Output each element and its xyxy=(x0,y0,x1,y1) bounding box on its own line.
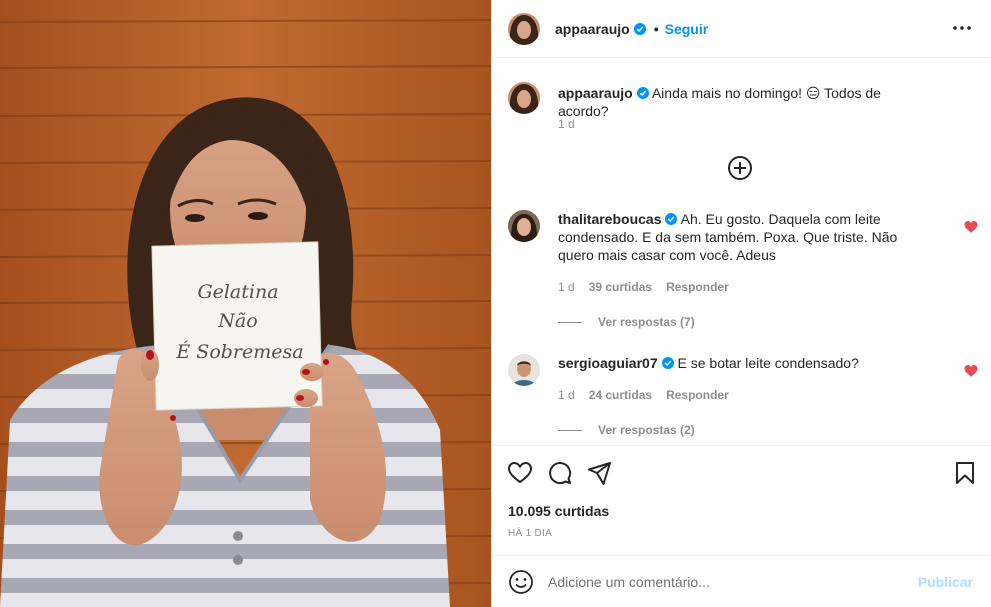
reply-button[interactable]: Responder xyxy=(666,280,729,294)
post-date[interactable]: HÁ 1 DIA xyxy=(508,528,552,539)
bookmark-icon[interactable] xyxy=(952,460,978,486)
view-replies-button[interactable]: Ver respostas (2) xyxy=(558,423,695,437)
plus-circle-icon[interactable] xyxy=(727,155,753,181)
comment-avatar[interactable] xyxy=(508,354,540,386)
post-panel: appaaraujo • Seguir appaaraujo Ainda mai… xyxy=(491,0,991,607)
comment-body: sergioaguiar07 E se botar leite condensa… xyxy=(558,354,928,372)
verified-badge-icon xyxy=(661,357,674,369)
verified-badge-icon xyxy=(633,22,646,35)
more-options-icon[interactable] xyxy=(952,18,972,38)
comment-text: E se botar leite condensado? xyxy=(677,355,859,371)
comment-like-heart-icon[interactable] xyxy=(964,364,978,378)
follow-button[interactable]: Seguir xyxy=(665,21,709,37)
comment-meta: 1 d 24 curtidas Responder xyxy=(558,388,729,402)
comment-avatar[interactable] xyxy=(508,210,540,242)
caption: appaaraujo Ainda mais no domingo! 😑 Todo… xyxy=(508,82,978,142)
comment-username[interactable]: sergioaguiar07 xyxy=(558,355,658,371)
card-line-1: Gelatina xyxy=(197,281,278,303)
comment-likes[interactable]: 39 curtidas xyxy=(589,280,652,294)
comment-icon[interactable] xyxy=(547,460,573,486)
comment-item: sergioaguiar07 E se botar leite condensa… xyxy=(508,354,978,444)
comment-time[interactable]: 1 d xyxy=(558,280,575,294)
post-image: Gelatina Não É Sobremesa xyxy=(0,0,491,607)
comment-item: thalitareboucas Ah. Eu gosto. Daquela co… xyxy=(508,210,978,330)
comment-username[interactable]: thalitareboucas xyxy=(558,211,661,227)
replies-line xyxy=(558,321,582,323)
separator-dot: • xyxy=(653,20,659,37)
view-replies-label: Ver respostas (7) xyxy=(598,315,695,329)
comment-body: thalitareboucas Ah. Eu gosto. Daquela co… xyxy=(558,210,928,264)
reply-button[interactable]: Responder xyxy=(666,388,729,402)
post-photo[interactable]: Gelatina Não É Sobremesa xyxy=(0,0,491,607)
caption-body: appaaraujo Ainda mais no domingo! 😑 Todo… xyxy=(558,84,928,120)
add-comment-bar: Publicar xyxy=(492,555,991,607)
heart-icon[interactable] xyxy=(507,460,533,486)
comments-section[interactable]: appaaraujo Ainda mais no domingo! 😑 Todo… xyxy=(492,59,991,445)
caption-avatar[interactable] xyxy=(508,82,540,114)
replies-line xyxy=(558,429,582,431)
post-header: appaaraujo • Seguir xyxy=(492,0,991,58)
publish-button[interactable]: Publicar xyxy=(918,574,973,590)
profile-avatar[interactable] xyxy=(508,12,540,45)
emoji-icon[interactable] xyxy=(508,569,534,595)
comment-input[interactable] xyxy=(548,573,918,590)
view-replies-button[interactable]: Ver respostas (7) xyxy=(558,315,695,329)
share-icon[interactable] xyxy=(587,460,613,486)
caption-username[interactable]: appaaraujo xyxy=(558,85,633,101)
caption-meta: 1 d xyxy=(558,117,575,131)
caption-time[interactable]: 1 d xyxy=(558,117,575,131)
post-actions: 10.095 curtidas HÁ 1 DIA xyxy=(492,445,991,555)
likes-count[interactable]: 10.095 curtidas xyxy=(508,503,609,519)
header-username[interactable]: appaaraujo xyxy=(555,21,630,37)
comment-like-heart-icon[interactable] xyxy=(964,220,978,234)
verified-badge-icon xyxy=(636,87,649,99)
comment-time[interactable]: 1 d xyxy=(558,388,575,402)
comment-meta: 1 d 39 curtidas Responder xyxy=(558,280,729,294)
view-replies-label: Ver respostas (2) xyxy=(598,423,695,437)
verified-badge-icon xyxy=(665,213,678,225)
card-line-3: É Sobremesa xyxy=(175,340,303,363)
card-line-2: Não xyxy=(217,310,257,332)
comment-likes[interactable]: 24 curtidas xyxy=(589,388,652,402)
